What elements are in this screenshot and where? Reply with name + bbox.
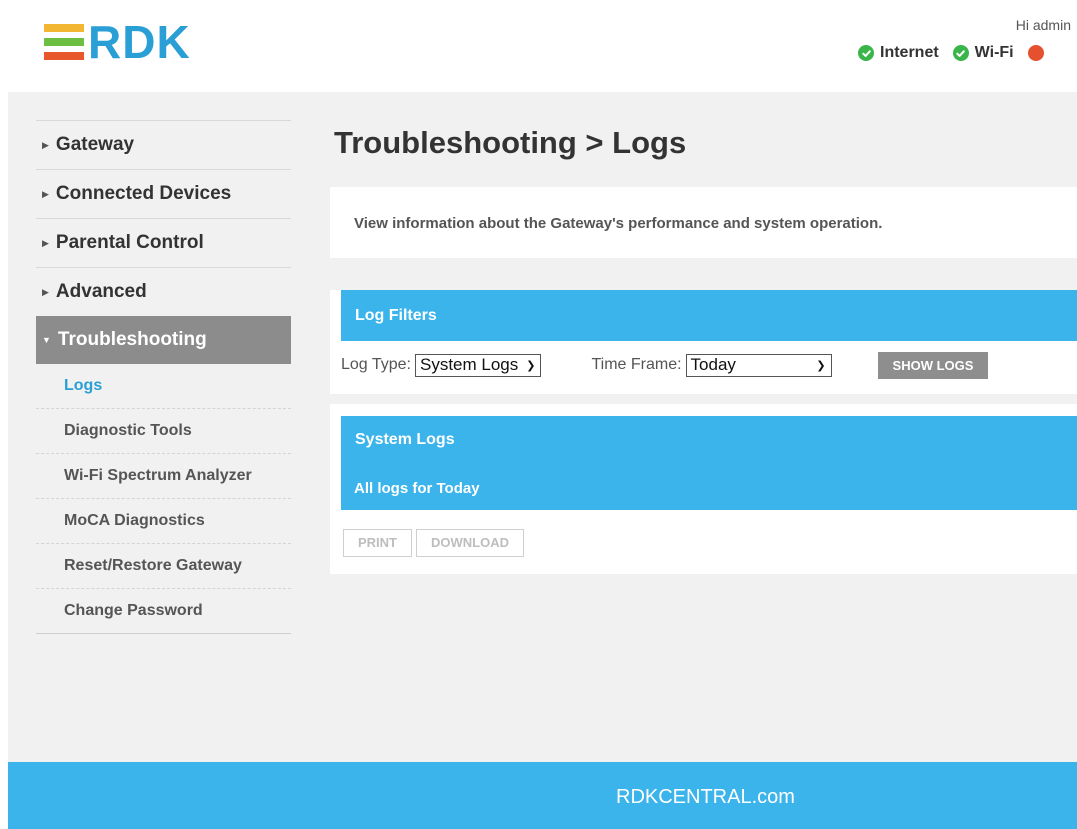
logs-actions: PRINT DOWNLOAD bbox=[343, 529, 528, 557]
subnav-item-logs[interactable]: Logs bbox=[36, 364, 291, 409]
main-area: ▶ Gateway ▶ Connected Devices ▶ Parental… bbox=[8, 92, 1077, 762]
system-logs-panel: System Logs All logs for Today PRINT DOW… bbox=[330, 404, 1077, 574]
caret-down-icon: ▼ bbox=[42, 335, 51, 345]
subnav-item-change-password[interactable]: Change Password bbox=[36, 589, 291, 634]
chevron-down-icon: ❯ bbox=[816, 359, 826, 372]
status-wifi-label: Wi-Fi bbox=[974, 44, 1014, 61]
time-frame-label: Time Frame: bbox=[591, 356, 682, 373]
status-wifi: Wi-Fi bbox=[952, 44, 1014, 62]
user-greeting: Hi admin bbox=[1015, 17, 1071, 33]
caret-right-icon: ▶ bbox=[42, 139, 49, 150]
status-internet: Internet bbox=[858, 44, 939, 62]
log-type-value: System Logs bbox=[419, 355, 519, 374]
page-title: Troubleshooting > Logs bbox=[334, 125, 687, 160]
print-button[interactable]: PRINT bbox=[343, 529, 412, 557]
chevron-down-icon: ❯ bbox=[526, 359, 536, 372]
sidebar-item-connected-devices[interactable]: ▶ Connected Devices bbox=[36, 169, 291, 218]
rdk-logo[interactable]: RDK bbox=[44, 16, 191, 68]
subnav-item-moca-diagnostics[interactable]: MoCA Diagnostics bbox=[36, 499, 291, 544]
show-logs-button[interactable]: SHOW LOGS bbox=[877, 351, 989, 379]
connection-status-bar: Internet Wi-Fi bbox=[858, 44, 1058, 62]
log-type-select[interactable]: System Logs ❯ bbox=[414, 353, 542, 377]
caret-right-icon: ▶ bbox=[42, 188, 49, 199]
time-frame-select[interactable]: Today ❯ bbox=[685, 353, 832, 377]
time-frame-value: Today bbox=[690, 355, 736, 374]
sidebar-item-label: Connected Devices bbox=[55, 183, 232, 204]
status-third bbox=[1027, 45, 1044, 61]
log-type-label: Log Type: bbox=[341, 356, 411, 373]
footer-link[interactable]: RDKCENTRAL.com bbox=[616, 786, 795, 809]
subnav-item-wifi-spectrum-analyzer[interactable]: Wi-Fi Spectrum Analyzer bbox=[36, 454, 291, 499]
download-button[interactable]: DOWNLOAD bbox=[416, 529, 524, 557]
log-filters-panel: Log Filters Log Type: System Logs ❯ Time… bbox=[330, 290, 1077, 394]
sidebar-item-troubleshooting[interactable]: ▼ Troubleshooting bbox=[36, 316, 291, 364]
system-logs-header: System Logs All logs for Today bbox=[341, 416, 1077, 510]
check-circle-icon bbox=[858, 45, 874, 61]
header: RDK Hi admin Internet Wi-Fi bbox=[0, 0, 1077, 92]
subnav-item-reset-restore-gateway[interactable]: Reset/Restore Gateway bbox=[36, 544, 291, 589]
error-circle-icon bbox=[1027, 45, 1044, 61]
caret-right-icon: ▶ bbox=[42, 286, 49, 297]
system-logs-heading: System Logs bbox=[355, 431, 455, 448]
sidebar-item-parental-control[interactable]: ▶ Parental Control bbox=[36, 218, 291, 267]
sidebar-item-advanced[interactable]: ▶ Advanced bbox=[36, 267, 291, 316]
page-description: View information about the Gateway's per… bbox=[354, 215, 883, 232]
description-panel: View information about the Gateway's per… bbox=[330, 187, 1077, 258]
troubleshooting-subnav: Logs Diagnostic Tools Wi-Fi Spectrum Ana… bbox=[36, 364, 291, 634]
log-filters-heading: Log Filters bbox=[341, 290, 1077, 341]
logo-text: RDK bbox=[88, 16, 191, 68]
status-internet-label: Internet bbox=[880, 44, 939, 61]
sidebar-item-label: Gateway bbox=[55, 134, 135, 155]
footer: RDKCENTRAL.com bbox=[8, 762, 1077, 829]
check-circle-icon bbox=[952, 45, 969, 61]
caret-right-icon: ▶ bbox=[42, 237, 49, 248]
sidebar-item-label: Parental Control bbox=[55, 232, 204, 253]
system-logs-subheading: All logs for Today bbox=[354, 480, 480, 497]
sidebar-item-gateway[interactable]: ▶ Gateway bbox=[36, 120, 291, 169]
sidebar-item-label: Advanced bbox=[55, 281, 147, 302]
log-filters-row: Log Type: System Logs ❯ Time Frame: Toda… bbox=[341, 351, 1077, 379]
sidebar-item-label: Troubleshooting bbox=[57, 329, 207, 350]
sidebar-nav: ▶ Gateway ▶ Connected Devices ▶ Parental… bbox=[36, 120, 291, 634]
logo-stripes-icon bbox=[44, 24, 84, 60]
subnav-item-diagnostic-tools[interactable]: Diagnostic Tools bbox=[36, 409, 291, 454]
